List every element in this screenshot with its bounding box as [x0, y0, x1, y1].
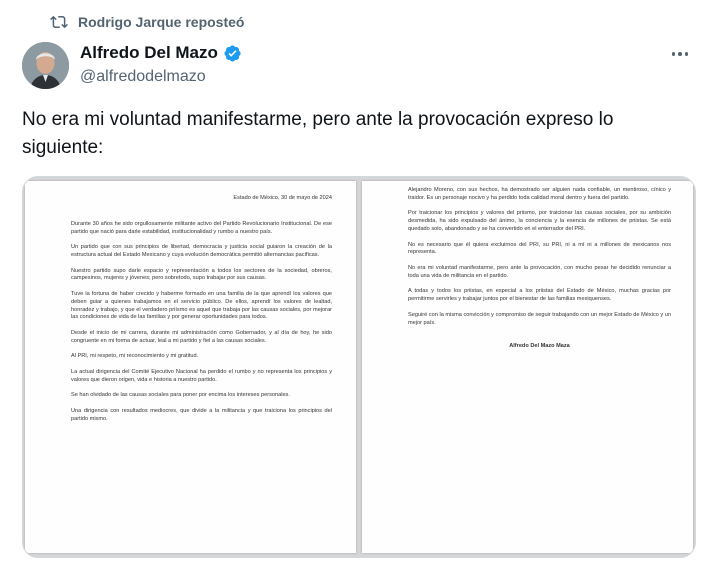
document-paragraph: Nuestro partido supo darle espacio y rep…: [71, 267, 332, 282]
more-dot-icon: [671, 52, 676, 56]
document-paragraph: Desde el inicio de mi carrera, durante m…: [71, 329, 332, 344]
tweet-media-image[interactable]: Estado de México, 30 de mayo de 2024 Dur…: [22, 176, 696, 558]
document-paragraph: Por traicionar los principios y valores …: [408, 210, 671, 232]
repost-label: Rodrigo Jarque reposteó: [78, 14, 245, 30]
verified-badge-icon: [224, 44, 241, 62]
document-signature: Alfredo Del Mazo Maza: [509, 343, 570, 350]
document-paragraph: Durante 30 años he sido orgullosamente m…: [71, 220, 332, 235]
tweet-text: No era mi voluntad manifestarme, pero an…: [22, 109, 614, 158]
document-paragraph: Un partido que con sus principios de lib…: [71, 244, 332, 258]
avatar[interactable]: [22, 42, 69, 89]
repost-icon: [50, 15, 68, 29]
more-dot-icon: [678, 52, 682, 56]
document-paragraph: Alejandro Moreno, con sus hechos, ha dem…: [408, 187, 671, 201]
document-page-1: Estado de México, 30 de mayo de 2024 Dur…: [25, 181, 356, 553]
author-name[interactable]: Alfredo Del Mazo: [80, 43, 218, 63]
document-paragraph: Una dirigencia con resultados mediocres,…: [71, 407, 332, 422]
document-paragraph: Al PRI, mi respeto, mi reconocimiento y …: [71, 353, 199, 360]
document-paragraph: La actual dirigencia del Comité Ejecutiv…: [71, 368, 332, 383]
document-page-2: Alejandro Moreno, con sus hechos, ha dem…: [362, 181, 693, 553]
document-paragraph: Se han olvidado de las causas sociales p…: [71, 392, 290, 399]
author-handle[interactable]: @alfredodelmazo: [80, 68, 242, 86]
repost-indicator[interactable]: Rodrigo Jarque reposteó: [50, 12, 244, 32]
document-date: Estado de México, 30 de mayo de 2024: [233, 195, 332, 201]
document-paragraph: Seguiré con la misma convicción y compro…: [408, 311, 671, 326]
document-paragraph: Tuve la fortuna de haber crecido y haber…: [71, 290, 332, 321]
document-paragraph: A todas y todos los priistas, en especia…: [408, 288, 671, 303]
document-paragraph: No era mi voluntad manifestarme, pero an…: [408, 264, 671, 279]
document-paragraph: No es necesario que él quiera excluirnos…: [408, 241, 671, 256]
more-options-button[interactable]: [668, 44, 692, 64]
more-dot-icon: [684, 52, 689, 56]
